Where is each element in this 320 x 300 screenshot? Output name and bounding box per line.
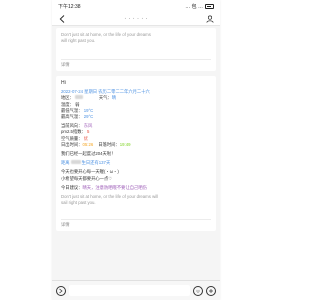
tip-value: 晴天，注意防晒哦不要让自己晒伤 [82, 184, 147, 190]
blurred-name [70, 160, 81, 165]
low-temp-label: 最低气温： [61, 107, 83, 113]
aqi-value: 优 [83, 135, 88, 141]
temp-value: 弱 [75, 101, 80, 107]
sunrise-label: 日出时间： [61, 141, 83, 147]
profile-icon[interactable] [205, 14, 215, 24]
tip-label: 今日建议： [61, 184, 83, 190]
message-list[interactable]: Don't just sit at home, or the life of y… [52, 26, 220, 231]
pm-label: pm2.5指数： [61, 129, 86, 135]
aqi-label: 空气质量： [61, 135, 83, 141]
nav-bar: · · · · · · [52, 12, 220, 26]
battery-icon [205, 3, 214, 9]
message-input[interactable] [69, 285, 190, 296]
high-temp-label: 最高气温： [61, 113, 83, 119]
phone-screen: 下午12:38 … 包 … · · · · · · Don't just sit… [52, 0, 220, 300]
voice-icon[interactable] [56, 285, 66, 296]
pm-value: 5 [87, 129, 90, 135]
sunset-label: 日落时间： [98, 141, 120, 147]
status-bar: 下午12:38 … 包 … [52, 0, 220, 12]
weather-label: 天气： [98, 95, 112, 101]
blurred-location [74, 95, 83, 100]
message-card[interactable]: Don't just sit at home, or the life of y… [56, 28, 216, 71]
wind-label: 当前风向： [61, 123, 83, 129]
back-icon[interactable] [57, 14, 67, 24]
input-bar [52, 280, 220, 300]
weather-value: 晴 [111, 95, 117, 101]
low-temp-value: 19°C [83, 107, 94, 113]
message-card[interactable]: Hi 2022-07-24 星期日 农历二零二二年六月二十六 地区： 天气： 晴… [56, 75, 216, 231]
high-temp-value: 29°C [83, 113, 94, 119]
status-time: 下午12:38 [58, 3, 81, 10]
sunset-value: 19:49 [119, 141, 131, 147]
detail-link[interactable]: 详情 [61, 220, 211, 231]
status-icons: … 包 … [185, 3, 214, 10]
emoji-icon[interactable] [193, 285, 203, 296]
page-title: · · · · · · [124, 15, 148, 22]
detail-link[interactable]: 详情 [61, 60, 211, 71]
add-icon[interactable] [206, 285, 216, 296]
temp-label: 温度： [61, 101, 74, 107]
birthday-prefix: 距离 [61, 160, 70, 166]
birthday-suffix: 生日还有137天 [81, 160, 111, 166]
sunrise-value: 05:26 [82, 141, 94, 147]
signal-icon: … 包 … [185, 3, 203, 10]
wind-value: 东风 [83, 123, 93, 129]
